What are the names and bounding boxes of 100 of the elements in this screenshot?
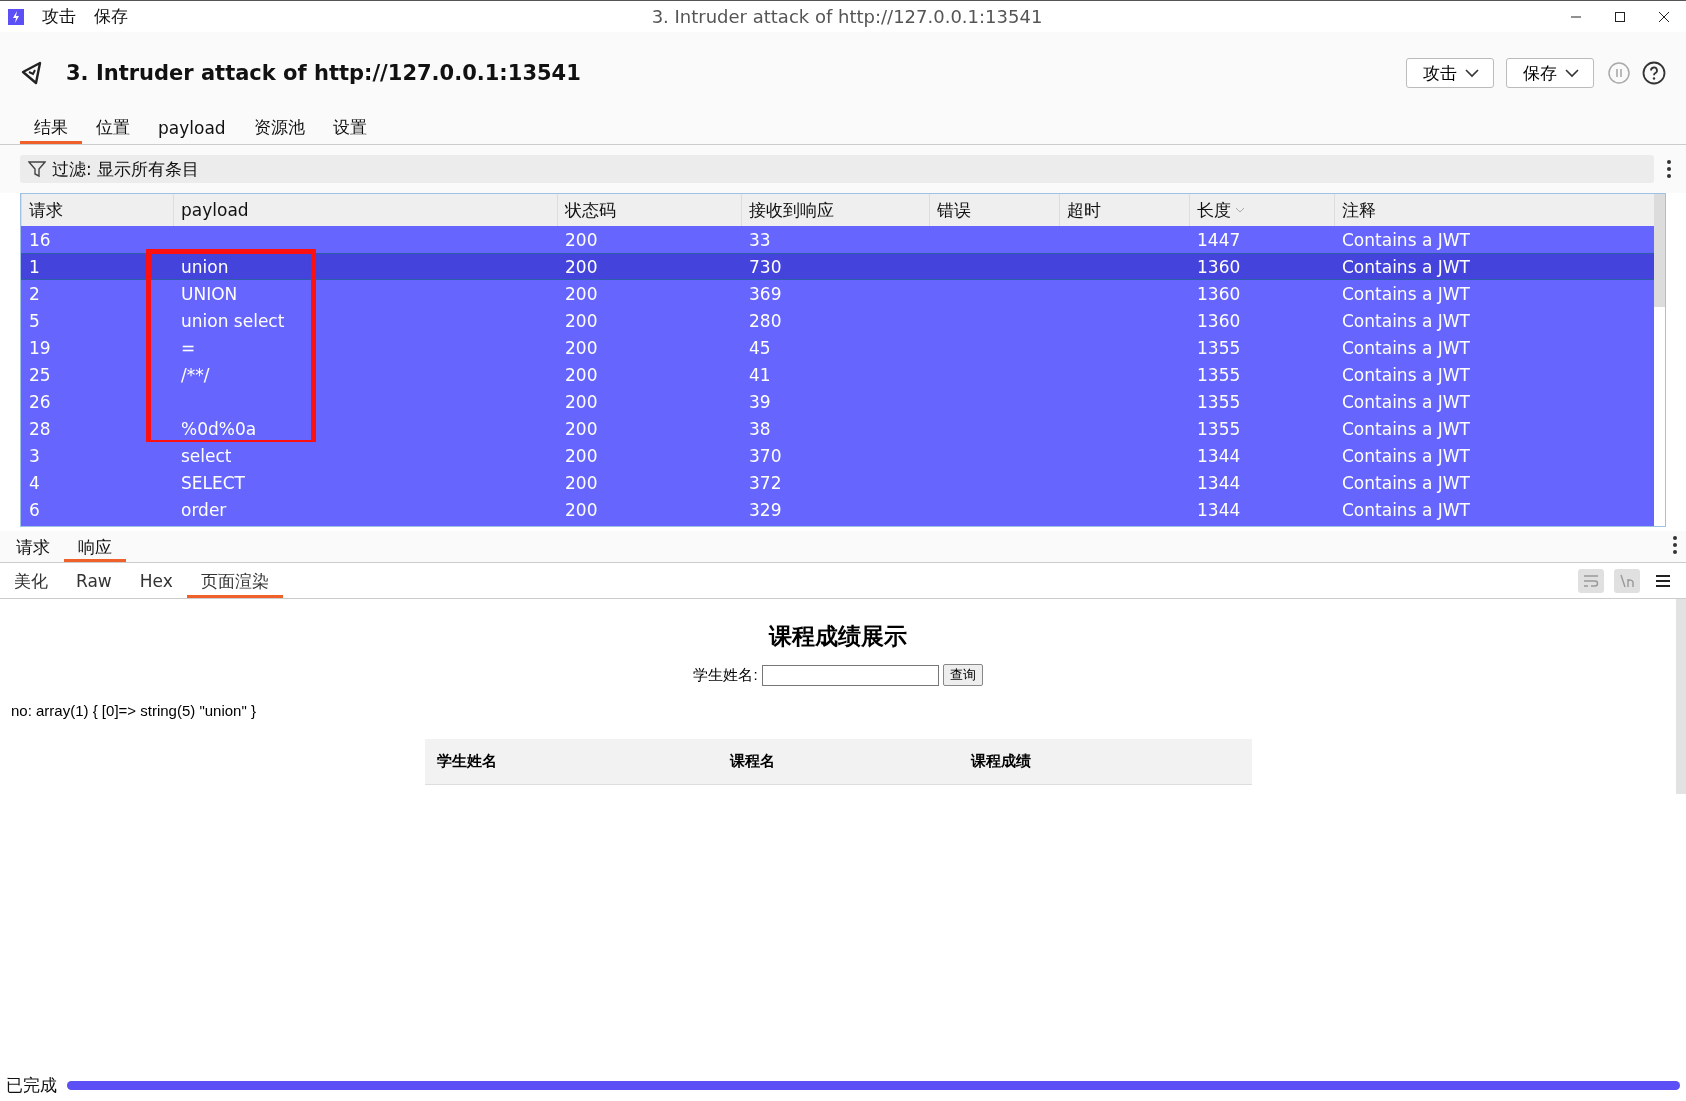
table-cell-text: 200	[564, 499, 599, 520]
attack-title: 3. Intruder attack of http://127.0.0.1:13541	[66, 61, 581, 85]
newline-icon[interactable]	[1614, 568, 1640, 593]
table-cell-text: 25	[28, 364, 52, 385]
table-cell-text: union	[180, 256, 230, 277]
column-header: 课程成绩	[969, 752, 1032, 771]
scrollbar-thumb[interactable]	[1676, 599, 1686, 794]
column-header: 课程名	[728, 752, 776, 771]
table-cell-text: %0d%0a	[180, 418, 258, 439]
table-cell-text: UNION	[180, 283, 239, 304]
page-heading: 课程成绩展示	[769, 622, 907, 651]
dropdown-button[interactable]: 保存	[1506, 58, 1594, 88]
table-cell-text: Contains a JWT	[1341, 364, 1471, 385]
table-cell-text: Contains a JWT	[1341, 499, 1471, 520]
menu-item[interactable]: 攻击	[42, 5, 76, 28]
table-cell-text: Contains a JWT	[1341, 310, 1471, 331]
tab[interactable]: 响应	[64, 531, 126, 562]
table-cell-text: Contains a JWT	[1341, 472, 1471, 493]
table-cell-text: 200	[564, 445, 599, 466]
table-cell-text: 1447	[1196, 229, 1242, 250]
table-cell-text: 16	[28, 229, 52, 250]
table-cell-text: 28	[28, 418, 52, 439]
table-cell-text: 200	[564, 391, 599, 412]
more-options-icon[interactable]	[1672, 534, 1678, 555]
table-cell-text: 1344	[1196, 445, 1242, 466]
table-cell-text: SELECT	[180, 472, 246, 493]
table-cell-text: 200	[564, 364, 599, 385]
table-cell-text: order	[180, 499, 228, 520]
table-cell-text: 26	[28, 391, 52, 412]
table-cell-text: 1355	[1196, 364, 1242, 385]
table-cell-text: 280	[748, 310, 783, 331]
chevron-down-icon	[1565, 68, 1579, 78]
table-cell-text: 200	[564, 283, 599, 304]
scrollbar-thumb[interactable]	[1654, 194, 1665, 307]
close-icon	[1658, 10, 1670, 23]
table-cell-text: 2	[28, 283, 41, 304]
tab[interactable]: payload	[144, 114, 240, 144]
table-cell-text: 1355	[1196, 391, 1242, 412]
table-cell-text: 372	[748, 472, 783, 493]
help-icon[interactable]	[1642, 61, 1666, 85]
table-cell-text: select	[180, 445, 233, 466]
name-input-field[interactable]	[761, 664, 939, 686]
table-cell-text: /**/	[180, 364, 211, 385]
table-cell-text: 1344	[1196, 472, 1242, 493]
table-cell-text: 38	[748, 418, 772, 439]
table-cell-text: 6	[28, 499, 41, 520]
table-cell-text: 45	[748, 337, 772, 358]
table-cell-text: 19	[28, 337, 52, 358]
table-cell-text: 1	[28, 256, 41, 277]
field-label: 学生姓名:	[693, 665, 758, 685]
tab[interactable]: 美化	[0, 563, 62, 598]
sort-icon	[1235, 207, 1245, 213]
status-text: 已完成	[6, 1073, 57, 1097]
table-cell-text: 370	[748, 445, 783, 466]
tab[interactable]: 页面渲染	[186, 563, 283, 598]
chevron-down-icon	[1465, 68, 1479, 78]
table-cell-text: 1360	[1196, 256, 1242, 277]
tab[interactable]: 资源池	[239, 114, 319, 144]
app-icon	[8, 8, 24, 25]
filter-bar[interactable]: 过滤: 显示所有条目	[20, 155, 1654, 183]
table-cell-text: 200	[564, 229, 599, 250]
table-cell-text: Contains a JWT	[1341, 418, 1471, 439]
table-cell-text: Contains a JWT	[1341, 283, 1471, 304]
dropdown-button[interactable]: 攻击	[1406, 58, 1494, 88]
menu-item[interactable]: 保存	[94, 5, 128, 28]
table-cell-text: 1355	[1196, 418, 1242, 439]
table-cell-text: 200	[564, 256, 599, 277]
table-cell-text: 1360	[1196, 310, 1242, 331]
table-cell-text: Contains a JWT	[1341, 445, 1471, 466]
table-cell-text: Contains a JWT	[1341, 391, 1471, 412]
tab[interactable]: 位置	[82, 114, 144, 144]
tab[interactable]: 设置	[318, 114, 381, 144]
tab[interactable]: 请求	[2, 531, 64, 562]
table-cell-text: Contains a JWT	[1341, 256, 1471, 277]
table-cell-text: 200	[564, 337, 599, 358]
word-wrap-icon[interactable]	[1578, 568, 1604, 593]
window-title: 3. Intruder attack of http://127.0.0.1:13541	[651, 6, 1043, 27]
table-cell-text: 200	[564, 418, 599, 439]
tab[interactable]: Hex	[125, 563, 187, 598]
maximize-icon	[1614, 10, 1626, 23]
table-cell-text: =	[180, 337, 197, 358]
table-cell-text: union select	[180, 310, 286, 331]
more-options-icon[interactable]	[1666, 159, 1672, 179]
table-cell-text: 1355	[1196, 337, 1242, 358]
filter-icon	[28, 160, 46, 178]
table-cell-text: 3	[28, 445, 41, 466]
table-cell-text: 200	[564, 310, 599, 331]
table-cell-text: 5	[28, 310, 41, 331]
table-cell-text: 33	[748, 229, 772, 250]
filter-label: 过滤: 显示所有条目	[52, 157, 200, 181]
table-cell-text: 1360	[1196, 283, 1242, 304]
table-cell-text: 200	[564, 472, 599, 493]
table-cell-text: 41	[748, 364, 772, 385]
table-cell-text: Contains a JWT	[1341, 229, 1471, 250]
table-cell-text: 39	[748, 391, 772, 412]
table-cell-text: 730	[748, 256, 783, 277]
tab[interactable]: Raw	[62, 563, 126, 598]
column-header: 学生姓名	[435, 752, 498, 771]
table-cell-text: 369	[748, 283, 783, 304]
query-button[interactable]: 查询	[942, 664, 983, 686]
